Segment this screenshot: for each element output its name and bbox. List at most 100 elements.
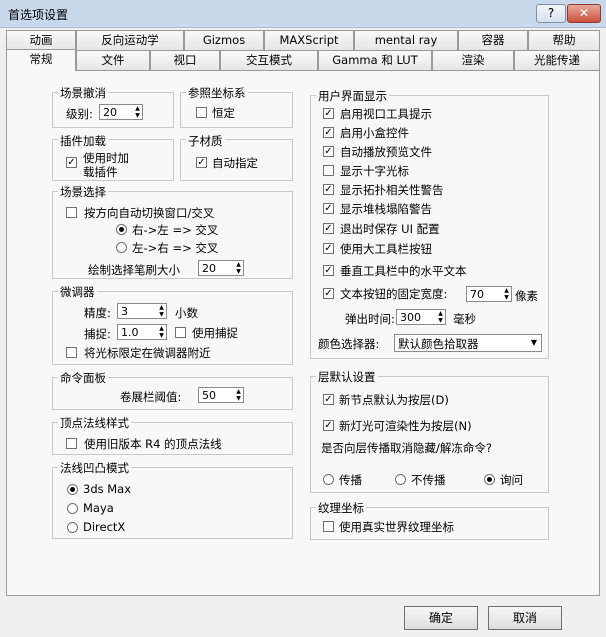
tab-rendering[interactable]: 渲染 (432, 50, 514, 70)
rollout-threshold-spinner[interactable]: 50 ▲ ▼ (198, 387, 244, 403)
cursor-wrap-label: 将光标限定在微调器附近 (84, 346, 211, 360)
large-toolbar-label: 使用大工具栏按钮 (340, 242, 432, 256)
precision-spinner[interactable]: 3 ▲ ▼ (117, 303, 167, 319)
cancel-button[interactable]: 取消 (488, 606, 562, 630)
legacy-normals-checkbox[interactable] (66, 438, 77, 449)
scene-selection-title: 场景选择 (58, 184, 108, 200)
right-to-left-label: 右->左 => 交叉 (132, 223, 219, 237)
large-toolbar-checkbox[interactable]: ✓ (323, 243, 334, 254)
ask-label: 询问 (500, 473, 523, 487)
ok-button[interactable]: 确定 (404, 606, 478, 630)
close-button[interactable]: ✕ (567, 4, 601, 23)
snap-spinner[interactable]: 1.0 ▲ ▼ (117, 324, 167, 340)
left-to-right-radio[interactable] (116, 242, 127, 253)
window-title: 首选项设置 (8, 8, 69, 22)
sub-material-title: 子材质 (186, 133, 225, 149)
bump-3dsmax-label: 3ds Max (83, 482, 132, 496)
tab-mental-ray[interactable]: mental ray (354, 30, 458, 50)
tab-animation[interactable]: 动画 (6, 30, 76, 50)
help-button[interactable]: ? (536, 4, 566, 23)
tab-help[interactable]: 帮助 (528, 30, 600, 50)
spinner-arrows-icon[interactable]: ▲ ▼ (133, 105, 142, 121)
viewport-tooltips-label: 启用视口工具提示 (340, 107, 432, 121)
bump-maya-radio[interactable] (67, 503, 78, 514)
tab-files[interactable]: 文件 (76, 50, 150, 70)
cursor-wrap-checkbox[interactable] (66, 347, 77, 358)
fixed-width-value: 70 (470, 288, 484, 301)
texture-coords-title: 纹理坐标 (316, 500, 366, 516)
constant-checkbox[interactable] (196, 107, 207, 118)
autoplay-preview-checkbox[interactable]: ✓ (323, 146, 334, 157)
load-on-demand-checkbox[interactable]: ✓ (66, 157, 77, 168)
viewport-tooltips-checkbox[interactable]: ✓ (323, 108, 334, 119)
legacy-normals-label: 使用旧版本 R4 的顶点法线 (84, 437, 222, 451)
tab-gizmos[interactable]: Gizmos (184, 30, 264, 50)
new-nodes-by-layer-checkbox[interactable]: ✓ (323, 394, 334, 405)
auto-assign-label: 自动指定 (212, 156, 258, 170)
propagate-radio[interactable] (323, 474, 334, 485)
crosshair-cursor-label: 显示十字光标 (340, 164, 409, 178)
spinner-arrows-icon[interactable]: ▲ ▼ (436, 310, 445, 326)
command-panel-title: 命令面板 (58, 370, 108, 386)
tab-general[interactable]: 常规 (6, 49, 76, 71)
bump-directx-radio[interactable] (67, 522, 78, 533)
tab-maxscript[interactable]: MAXScript (264, 30, 354, 50)
spinner-arrows-icon[interactable]: ▲ ▼ (157, 325, 166, 341)
tab-containers[interactable]: 容器 (458, 30, 528, 50)
tab-interaction-mode[interactable]: 交互模式 (220, 50, 318, 70)
crosshair-cursor-checkbox[interactable] (323, 165, 334, 176)
color-picker-label: 颜色选择器: (318, 337, 380, 351)
fixed-width-spinner[interactable]: 70 ▲ ▼ (466, 286, 512, 302)
spinner-arrows-icon[interactable]: ▲ ▼ (234, 388, 243, 404)
dont-propagate-radio[interactable] (395, 474, 406, 485)
flyout-time-label: 弹出时间: (345, 312, 395, 326)
ask-radio[interactable] (484, 474, 495, 485)
spinner-arrows-icon[interactable]: ▲ ▼ (157, 304, 166, 320)
spinner-arrows-icon[interactable]: ▲ ▼ (502, 287, 511, 303)
undo-level-spinner[interactable]: 20 ▲ ▼ (99, 104, 143, 120)
plugin-load-title: 插件加载 (58, 133, 108, 149)
use-snap-checkbox[interactable] (175, 327, 186, 338)
check-icon: ✓ (324, 288, 333, 299)
precision-label: 精度: (84, 306, 111, 320)
load-on-demand-label-2: 载插件 (83, 165, 118, 179)
color-picker-value: 默认颜色拾取器 (398, 337, 479, 351)
mini-box-label: 启用小盒控件 (340, 126, 409, 140)
spinner-arrows-icon[interactable]: ▲ ▼ (234, 261, 243, 277)
tab-gamma-lut[interactable]: Gamma 和 LUT (318, 50, 432, 70)
fixed-width-label: 文本按钮的固定宽度: (340, 287, 448, 301)
chevron-down-icon[interactable]: ▼ (531, 338, 537, 347)
tab-ik[interactable]: 反向运动学 (76, 30, 184, 50)
normal-bump-title: 法线凹凸模式 (58, 460, 131, 476)
tab-radiosity[interactable]: 光能传递 (514, 50, 600, 70)
color-picker-dropdown[interactable]: 默认颜色拾取器 ▼ (394, 334, 542, 352)
save-ui-config-checkbox[interactable]: ✓ (323, 223, 334, 234)
fixed-width-unit: 像素 (515, 289, 538, 303)
fixed-width-checkbox[interactable]: ✓ (323, 288, 334, 299)
mini-box-checkbox[interactable]: ✓ (323, 127, 334, 138)
tab-viewports[interactable]: 视口 (150, 50, 220, 70)
topology-warning-checkbox[interactable]: ✓ (323, 184, 334, 195)
check-icon: ✓ (324, 265, 333, 276)
bump-3dsmax-radio[interactable] (67, 484, 78, 495)
vertex-normal-title: 顶点法线样式 (58, 415, 131, 431)
horizontal-text-checkbox[interactable]: ✓ (323, 265, 334, 276)
new-nodes-by-layer-label: 新节点默认为按层(D) (339, 393, 449, 407)
auto-window-crossing-checkbox[interactable] (66, 207, 77, 218)
flyout-time-spinner[interactable]: 300 ▲ ▼ (396, 309, 446, 325)
layer-defaults-title: 层默认设置 (316, 369, 378, 385)
precision-value: 3 (121, 305, 128, 318)
topology-warning-label: 显示拓扑相关性警告 (340, 183, 444, 197)
auto-assign-checkbox[interactable]: ✓ (196, 157, 207, 168)
brush-size-spinner[interactable]: 20 ▲ ▼ (198, 260, 244, 276)
snap-value: 1.0 (121, 326, 139, 339)
stack-collapse-warning-checkbox[interactable]: ✓ (323, 203, 334, 214)
real-world-texture-checkbox[interactable] (323, 521, 334, 532)
check-icon: ✓ (324, 203, 333, 214)
close-icon: ✕ (578, 6, 590, 20)
new-lights-by-layer-checkbox[interactable]: ✓ (323, 420, 334, 431)
bump-maya-label: Maya (83, 501, 114, 515)
ui-display-title: 用户界面显示 (316, 88, 389, 104)
check-icon: ✓ (324, 146, 333, 157)
right-to-left-radio[interactable] (116, 224, 127, 235)
